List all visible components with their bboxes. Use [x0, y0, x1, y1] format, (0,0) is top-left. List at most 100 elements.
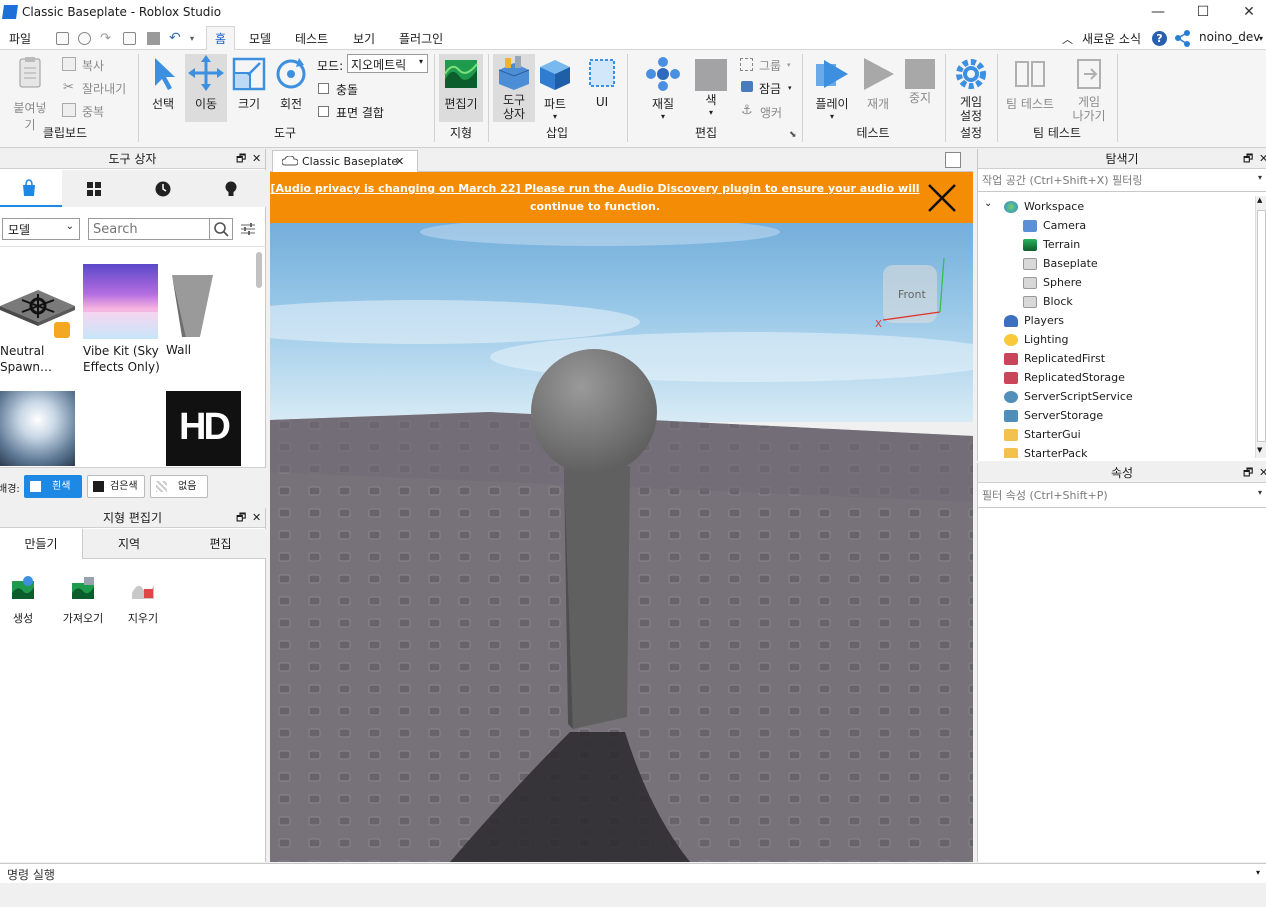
tree-row-server-script-service[interactable]: ServerScriptService: [978, 387, 1133, 406]
menu-plugins[interactable]: 플러그인: [399, 30, 443, 47]
tree-row-starter-gui[interactable]: StarterGui: [978, 425, 1081, 444]
collapse-ribbon-icon[interactable]: ︿: [1062, 31, 1073, 47]
menu-model[interactable]: 모델: [249, 30, 271, 47]
whats-new-link[interactable]: 새로운 소식: [1082, 30, 1141, 47]
terrain-tab-create[interactable]: 만들기: [0, 529, 83, 559]
terrain-generate-button[interactable]: 생성: [5, 575, 41, 631]
team-test-button[interactable]: 팀 테스트: [1002, 56, 1058, 118]
material-dropdown-icon[interactable]: ▾: [641, 112, 685, 122]
duplicate-button[interactable]: 중복: [82, 103, 104, 120]
part-dropdown-icon[interactable]: ▾: [535, 112, 575, 122]
select-tool-button[interactable]: 선택: [143, 56, 183, 118]
toolbox-close-icon[interactable]: ✕: [252, 149, 261, 169]
terrain-editor-close-icon[interactable]: ✕: [252, 508, 261, 528]
publish-icon[interactable]: [123, 32, 136, 45]
terrain-import-button[interactable]: 가져오기: [58, 575, 108, 631]
share-icon[interactable]: [1174, 30, 1191, 47]
cut-button[interactable]: 잘라내기: [82, 80, 126, 97]
paste-button[interactable]: 붙여넣기: [8, 56, 52, 132]
terrain-tab-edit[interactable]: 편집: [175, 529, 266, 559]
resume-button[interactable]: 재개: [858, 56, 898, 118]
help-icon[interactable]: ?: [1152, 31, 1167, 46]
explorer-float-icon[interactable]: 🗗: [1243, 149, 1253, 169]
color-dropdown-icon[interactable]: ▾: [692, 108, 730, 118]
user-menu-chevron-icon[interactable]: ▾: [1259, 34, 1263, 43]
tree-row-replicated-storage[interactable]: ReplicatedStorage: [978, 368, 1125, 387]
find-icon[interactable]: [78, 32, 91, 45]
toolbox-tab-creations[interactable]: [224, 181, 238, 197]
toolbox-tab-recent[interactable]: [155, 181, 171, 197]
terrain-editor-button[interactable]: 편집기: [439, 54, 483, 122]
exit-game-button[interactable]: 게임 나가기: [1066, 56, 1112, 123]
toolbox-button[interactable]: 도구 상자: [493, 54, 535, 122]
maximize-button[interactable]: ☐: [1188, 2, 1218, 22]
anchor-button[interactable]: 앵커: [760, 104, 782, 121]
filter-sliders-icon[interactable]: [240, 222, 256, 236]
user-menu[interactable]: noino_dev: [1199, 30, 1260, 44]
toolbox-item-hd[interactable]: HD: [166, 391, 241, 466]
redo-icon[interactable]: ↷: [100, 31, 111, 46]
terrain-editor-float-icon[interactable]: 🗗: [236, 508, 246, 528]
toolbox-tab-inventory[interactable]: [87, 182, 101, 196]
explorer-close-icon[interactable]: ✕: [1259, 149, 1266, 169]
tree-row-starter-pack[interactable]: StarterPack: [978, 444, 1087, 458]
mode-select[interactable]: 지오메트릭 ▾: [347, 54, 428, 73]
toolbox-item-neutral-spawn[interactable]: [0, 264, 75, 339]
group-button[interactable]: 그룹: [759, 57, 781, 74]
tree-row-players[interactable]: Players: [978, 311, 1064, 330]
command-bar[interactable]: 명령 실행 ▾: [0, 863, 1266, 883]
menu-test[interactable]: 테스트: [295, 30, 328, 47]
terrain-clear-button[interactable]: 지우기: [125, 575, 161, 631]
new-file-icon[interactable]: [56, 32, 69, 45]
material-button[interactable]: 재질 ▾: [641, 56, 685, 121]
tree-row-terrain[interactable]: Terrain: [978, 235, 1080, 254]
tree-row-server-storage[interactable]: ServerStorage: [978, 406, 1103, 425]
device-emulator-icon[interactable]: [945, 152, 961, 168]
group-dropdown-icon[interactable]: ▾: [787, 61, 791, 69]
tree-row-lighting[interactable]: Lighting: [978, 330, 1068, 349]
command-bar-chevron-icon[interactable]: ▾: [1256, 868, 1260, 877]
menu-home[interactable]: 홈: [206, 26, 236, 51]
toolbox-tab-marketplace[interactable]: [0, 170, 62, 207]
toolbox-scrollbar-thumb[interactable]: [256, 252, 262, 288]
category-select[interactable]: 모델 ⌄: [2, 218, 80, 240]
ui-button[interactable]: UI: [582, 56, 622, 118]
properties-float-icon[interactable]: 🗗: [1243, 463, 1253, 483]
toolbox-item-vibe-kit[interactable]: [83, 264, 158, 339]
properties-filter-chevron-icon[interactable]: ▾: [1258, 488, 1262, 497]
properties-close-icon[interactable]: ✕: [1259, 463, 1266, 483]
toolbox-float-icon[interactable]: 🗗: [236, 149, 246, 169]
background-white-button[interactable]: 흰색: [24, 475, 82, 498]
part-button[interactable]: 파트 ▾: [535, 56, 575, 121]
explorer-scrollbar[interactable]: ▲ ▼: [1255, 196, 1266, 458]
menu-file[interactable]: 파일: [9, 30, 31, 47]
toolbox-item-sky[interactable]: [0, 391, 75, 466]
color-button[interactable]: 색 ▾: [692, 56, 730, 118]
document-tab-classic-baseplate[interactable]: Classic Baseplate ✕: [272, 150, 418, 172]
move-tool-button[interactable]: 이동: [185, 54, 227, 122]
close-window-button[interactable]: ✕: [1234, 2, 1264, 22]
copy-button[interactable]: 복사: [82, 57, 104, 74]
explorer-filter-chevron-icon[interactable]: ▾: [1258, 173, 1262, 182]
game-settings-button[interactable]: 게임 설정: [950, 56, 992, 123]
menu-view[interactable]: 보기: [353, 30, 375, 47]
stop-square-icon[interactable]: [147, 32, 160, 45]
explorer-scrollbar-thumb[interactable]: [1257, 210, 1266, 442]
toolbox-search-button[interactable]: [209, 218, 233, 240]
tree-row-sphere[interactable]: Sphere: [978, 273, 1082, 292]
tree-row-block[interactable]: Block: [978, 292, 1073, 311]
play-button[interactable]: 플레이 ▾: [810, 56, 854, 121]
undo-dropdown-icon[interactable]: ▾: [190, 34, 194, 43]
join-surfaces-checkbox[interactable]: [318, 106, 329, 117]
collision-checkbox[interactable]: [318, 83, 329, 94]
lock-dropdown-icon[interactable]: ▾: [788, 84, 792, 92]
toolbox-search-input[interactable]: [88, 218, 210, 240]
background-black-button[interactable]: 검은색: [87, 475, 145, 498]
tree-row-baseplate[interactable]: Baseplate: [978, 254, 1098, 273]
tree-row-replicated-first[interactable]: ReplicatedFirst: [978, 349, 1105, 368]
explorer-filter-input[interactable]: 작업 공간 (Ctrl+Shift+X) 필터링 ▾: [978, 170, 1266, 192]
scale-tool-button[interactable]: 크기: [229, 56, 269, 118]
banner-message-line1[interactable]: [Audio privacy is changing on March 22] …: [270, 182, 920, 195]
banner-close-icon[interactable]: [927, 183, 957, 213]
rotate-tool-button[interactable]: 회전: [271, 56, 311, 118]
